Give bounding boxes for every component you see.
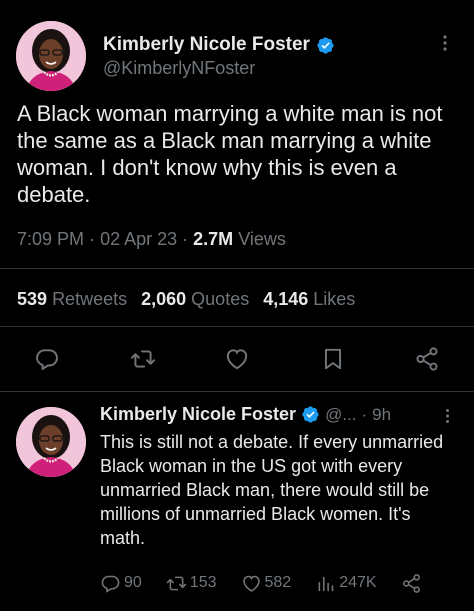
- handle[interactable]: @KimberlyNFoster: [103, 58, 255, 79]
- like-button[interactable]: 582: [241, 573, 292, 594]
- views-count: 247K: [339, 574, 377, 591]
- reply-button[interactable]: 90: [100, 573, 142, 594]
- action-bar: 90 153 582 247K: [100, 572, 450, 594]
- more-icon[interactable]: [445, 408, 450, 424]
- display-name[interactable]: Kimberly Nicole Foster: [100, 404, 296, 425]
- verified-badge-icon: [301, 405, 320, 424]
- retweet-icon[interactable]: [130, 346, 156, 372]
- likes-stat[interactable]: 4,146 Likes: [263, 289, 355, 310]
- views-button[interactable]: 247K: [315, 573, 377, 594]
- engagement-stats: 539 Retweets 2,060 Quotes 4,146 Likes: [17, 289, 355, 310]
- quotes-label: Quotes: [191, 289, 250, 309]
- reply-header: Kimberly Nicole Foster @... · 9h: [100, 404, 391, 425]
- reply-icon[interactable]: [34, 346, 60, 372]
- share-icon[interactable]: [414, 346, 440, 372]
- author-name-row: Kimberly Nicole Foster: [103, 34, 335, 56]
- likes-label: Likes: [313, 289, 356, 309]
- divider: [0, 326, 474, 327]
- views-label: Views: [238, 229, 286, 249]
- reply-icon: [101, 575, 120, 593]
- avatar[interactable]: [16, 407, 86, 477]
- like-count: 582: [264, 574, 292, 591]
- tweet-time[interactable]: 7:09 PM: [17, 229, 84, 249]
- tweet-date[interactable]: 02 Apr 23: [100, 229, 177, 249]
- tweet-text: This is still not a debate. If every unm…: [100, 432, 444, 548]
- like-icon[interactable]: [224, 346, 250, 372]
- like-icon: [242, 575, 260, 592]
- reply-count: 90: [124, 574, 142, 591]
- retweet-icon: [166, 576, 187, 590]
- retweet-count: 153: [189, 574, 217, 591]
- retweet-button[interactable]: 153: [166, 573, 217, 594]
- tweet-meta: 7:09 PM · 02 Apr 23 · 2.7M Views: [17, 229, 286, 250]
- display-name[interactable]: Kimberly Nicole Foster: [103, 34, 310, 56]
- meta-separator: ·: [361, 404, 368, 424]
- divider: [0, 268, 474, 269]
- bookmark-icon[interactable]: [320, 346, 346, 372]
- avatar[interactable]: [16, 21, 86, 91]
- meta-separator: ·: [89, 229, 101, 249]
- retweets-stat[interactable]: 539 Retweets: [17, 289, 127, 310]
- action-bar: [0, 342, 474, 376]
- share-button[interactable]: [401, 573, 422, 594]
- tweet-time[interactable]: 9h: [372, 405, 391, 425]
- meta-separator: ·: [182, 229, 194, 249]
- quotes-count: 2,060: [141, 289, 187, 309]
- more-icon[interactable]: [442, 34, 448, 52]
- quotes-stat[interactable]: 2,060 Quotes: [141, 289, 249, 310]
- views-icon: [318, 576, 334, 591]
- retweets-label: Retweets: [52, 289, 128, 309]
- main-tweet: Kimberly Nicole Foster @KimberlyNFoster …: [0, 0, 474, 392]
- share-icon: [402, 573, 420, 593]
- reply-tweet[interactable]: Kimberly Nicole Foster @... · 9h This is…: [0, 392, 474, 611]
- handle[interactable]: @...: [325, 405, 356, 425]
- retweets-count: 539: [17, 289, 48, 309]
- verified-badge-icon: [316, 36, 335, 55]
- tweet-text: A Black woman marrying a white man is no…: [17, 101, 443, 207]
- views-count: 2.7M: [193, 229, 234, 249]
- likes-count: 4,146: [263, 289, 309, 309]
